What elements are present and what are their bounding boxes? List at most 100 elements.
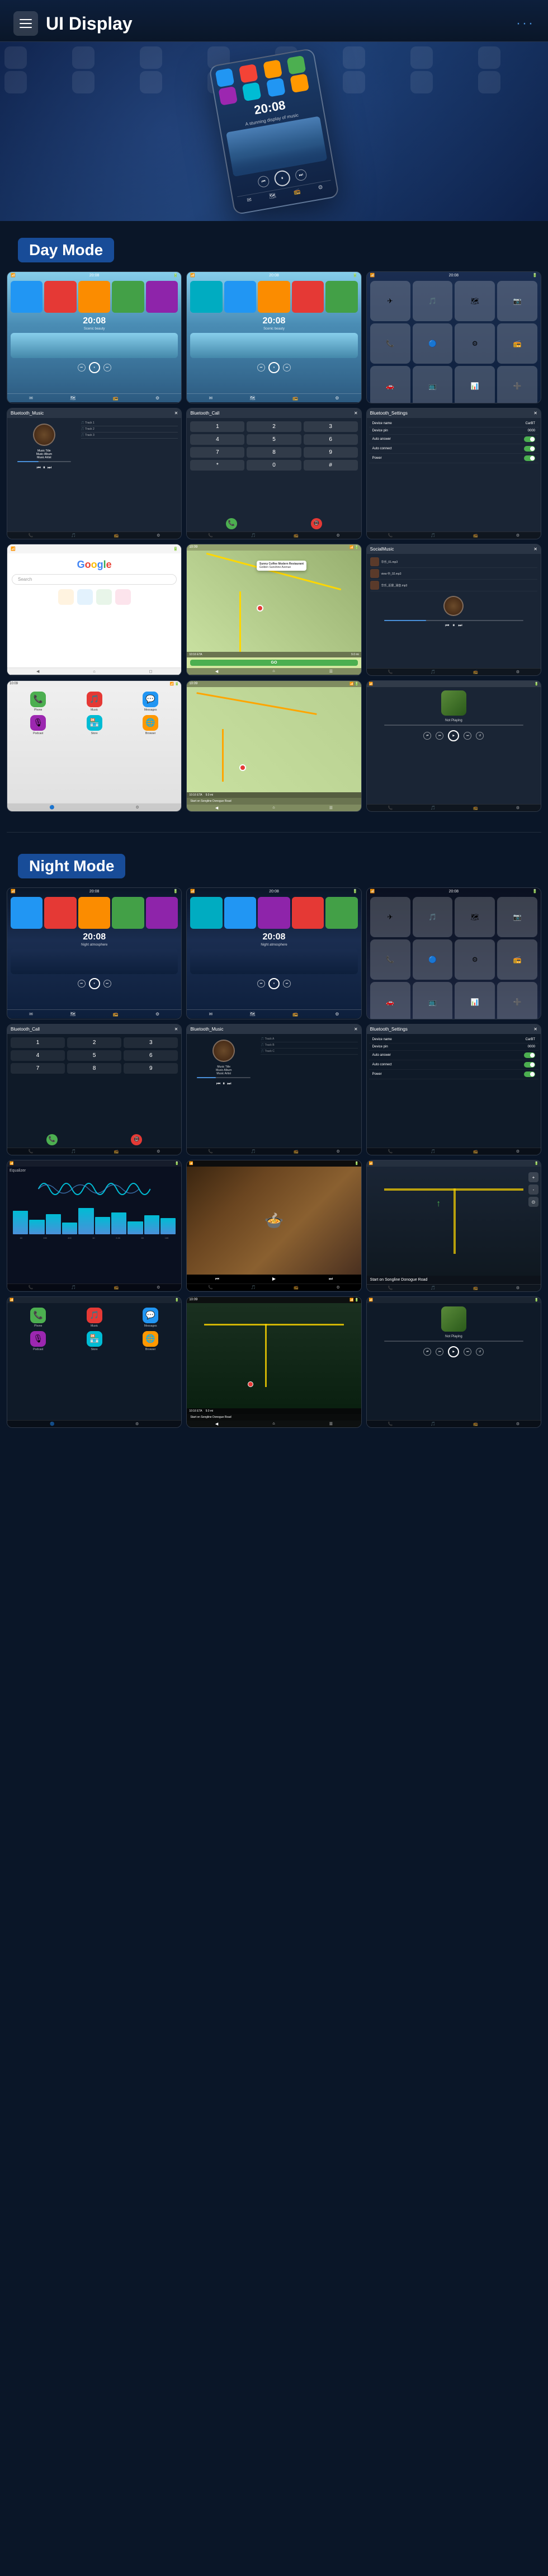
app-icon[interactable] bbox=[112, 281, 144, 313]
app-icon[interactable] bbox=[224, 281, 256, 313]
dial-9[interactable]: 9 bbox=[304, 447, 358, 458]
prev-ctrl[interactable]: ⏮ bbox=[78, 364, 86, 372]
night-dial-1[interactable]: 1 bbox=[11, 1037, 65, 1048]
night-app-10[interactable]: 📺 bbox=[413, 982, 453, 1019]
video-prev[interactable]: ⏮ bbox=[215, 1276, 219, 1282]
night-play-2[interactable]: ⏸ bbox=[268, 978, 280, 989]
night-store-icon[interactable]: 🏪 Store bbox=[68, 1331, 120, 1351]
shortcut-3[interactable] bbox=[96, 589, 112, 605]
menu-icon[interactable] bbox=[13, 11, 38, 36]
np-next-btn[interactable]: ⏭ bbox=[464, 732, 471, 740]
night-app-5[interactable]: 📞 bbox=[370, 939, 410, 980]
next-music[interactable]: ⏭ bbox=[48, 465, 51, 471]
next-ctrl[interactable]: ⏭ bbox=[103, 364, 111, 372]
night-browser-icon[interactable]: 🌐 Browser bbox=[124, 1331, 177, 1351]
social-track-1[interactable]: 华乐_01.mp3 bbox=[370, 556, 537, 568]
auto-answer-toggle[interactable] bbox=[524, 436, 535, 442]
app-icon[interactable] bbox=[146, 281, 178, 313]
app-vehicle[interactable]: 🚗 bbox=[370, 366, 410, 403]
next-ctrl-2[interactable]: ⏭ bbox=[283, 364, 291, 372]
back-icon[interactable]: ◀ bbox=[36, 669, 39, 674]
night-np-repeat[interactable]: ↺ bbox=[476, 1348, 484, 1356]
app-maps-icon[interactable]: 🎵 Music bbox=[68, 692, 120, 712]
dial-5[interactable]: 5 bbox=[247, 434, 301, 445]
recent-icon[interactable]: ◻ bbox=[149, 669, 153, 674]
night-dial-9[interactable]: 9 bbox=[124, 1063, 178, 1074]
night-app-8[interactable]: 📻 bbox=[497, 939, 537, 980]
night-app-9[interactable]: 🚗 bbox=[370, 982, 410, 1019]
list-item[interactable]: 🎵 Track C bbox=[261, 1049, 358, 1055]
night-prev-2[interactable]: ⏮ bbox=[257, 980, 265, 988]
night-music-icon[interactable]: 🎵 Music bbox=[68, 1308, 120, 1328]
dial-0[interactable]: 0 bbox=[247, 460, 301, 471]
np-next[interactable]: ⏭ bbox=[458, 623, 462, 628]
np-prev[interactable]: ⏮ bbox=[445, 623, 449, 628]
night-dial-6[interactable]: 6 bbox=[124, 1050, 178, 1061]
night-podcast-icon[interactable]: 🎙 Podcast bbox=[12, 1331, 64, 1351]
app-browser-icon[interactable]: 🌐 Browser bbox=[124, 715, 177, 735]
play-ctrl-2[interactable]: ⏸ bbox=[268, 362, 280, 373]
night-dial-2[interactable]: 2 bbox=[67, 1037, 121, 1048]
app-dash[interactable]: 📊 bbox=[455, 366, 495, 403]
night-app-4[interactable]: 📷 bbox=[497, 897, 537, 937]
night-np-prev[interactable]: ⏮ bbox=[436, 1348, 443, 1356]
app-phone[interactable]: 📞 bbox=[370, 323, 410, 364]
play-ctrl[interactable]: ⏸ bbox=[89, 362, 100, 373]
night-power-toggle[interactable] bbox=[524, 1071, 535, 1077]
app-maps[interactable]: 🗺 bbox=[455, 281, 495, 321]
social-track-2[interactable]: view 中_02.mp3 bbox=[370, 568, 537, 580]
call-button[interactable]: 📞 bbox=[226, 518, 237, 529]
app-icon[interactable] bbox=[44, 281, 76, 313]
shortcut-4[interactable] bbox=[115, 589, 131, 605]
app-icon[interactable] bbox=[325, 281, 357, 313]
list-item[interactable]: 🎵 Track 2 bbox=[81, 426, 178, 433]
night-app-11[interactable]: 📊 bbox=[455, 982, 495, 1019]
np-shuffle[interactable]: ⇄ bbox=[423, 732, 431, 740]
night-app-7[interactable]: ⚙ bbox=[455, 939, 495, 980]
google-search-bar[interactable]: Search bbox=[12, 574, 177, 585]
next-icon[interactable]: ⏭ bbox=[295, 168, 308, 181]
night-prev-music[interactable]: ⏮ bbox=[216, 1081, 220, 1087]
prev-ctrl-2[interactable]: ⏮ bbox=[257, 364, 265, 372]
app-appstore-icon[interactable]: 🏪 Store bbox=[68, 715, 120, 735]
map-home[interactable]: ⌂ bbox=[272, 669, 275, 674]
list-item[interactable]: 🎵 Track A bbox=[261, 1036, 358, 1042]
app-icon[interactable] bbox=[11, 281, 42, 313]
night-next-2[interactable]: ⏭ bbox=[283, 980, 291, 988]
dial-6[interactable]: 6 bbox=[304, 434, 358, 445]
dial-4[interactable]: 4 bbox=[190, 434, 244, 445]
video-next[interactable]: ⏭ bbox=[329, 1276, 333, 1282]
night-auto-answer-toggle[interactable] bbox=[524, 1052, 535, 1058]
night-app-1[interactable]: ✈ bbox=[370, 897, 410, 937]
video-play[interactable]: ▶ bbox=[272, 1276, 276, 1282]
night-call-btn[interactable]: 📞 bbox=[46, 1134, 58, 1145]
night-msgs-icon[interactable]: 💬 Messages bbox=[124, 1308, 177, 1328]
app-icon[interactable] bbox=[78, 281, 110, 313]
app-photo[interactable]: 📷 bbox=[497, 281, 537, 321]
np-prev-btn[interactable]: ⏮ bbox=[436, 732, 443, 740]
night-app-3[interactable]: 🗺 bbox=[455, 897, 495, 937]
social-track-3[interactable]: 华乐_近景_消音.mp3 bbox=[370, 580, 537, 591]
app-telegram[interactable]: ✈ bbox=[370, 281, 410, 321]
app-music[interactable]: 🎵 bbox=[413, 281, 453, 321]
np-play[interactable]: ⏸ bbox=[452, 623, 455, 628]
app-icon[interactable] bbox=[190, 281, 222, 313]
night-play-1[interactable]: ⏸ bbox=[89, 978, 100, 989]
app-icon[interactable] bbox=[258, 281, 290, 313]
dots-icon[interactable]: ··· bbox=[516, 16, 535, 31]
play-icon[interactable]: ⏸ bbox=[273, 169, 291, 187]
night-np-next[interactable]: ⏭ bbox=[464, 1348, 471, 1356]
nav-zoom-in[interactable]: + bbox=[528, 1172, 538, 1182]
dial-8[interactable]: 8 bbox=[247, 447, 301, 458]
prev-music[interactable]: ⏮ bbox=[37, 465, 41, 471]
shortcut-2[interactable] bbox=[77, 589, 93, 605]
dial-3[interactable]: 3 bbox=[304, 421, 358, 432]
nav-compass[interactable]: ⊙ bbox=[528, 1197, 538, 1207]
night-play-music[interactable]: ⏸ bbox=[223, 1081, 225, 1087]
night-end-btn[interactable]: 📵 bbox=[131, 1134, 142, 1145]
app-icon[interactable] bbox=[292, 281, 324, 313]
np-play-btn[interactable]: ▶ bbox=[448, 730, 459, 741]
night-prev-1[interactable]: ⏮ bbox=[78, 980, 86, 988]
night-app-12[interactable]: ➕ bbox=[497, 982, 537, 1019]
shortcut-1[interactable] bbox=[58, 589, 74, 605]
